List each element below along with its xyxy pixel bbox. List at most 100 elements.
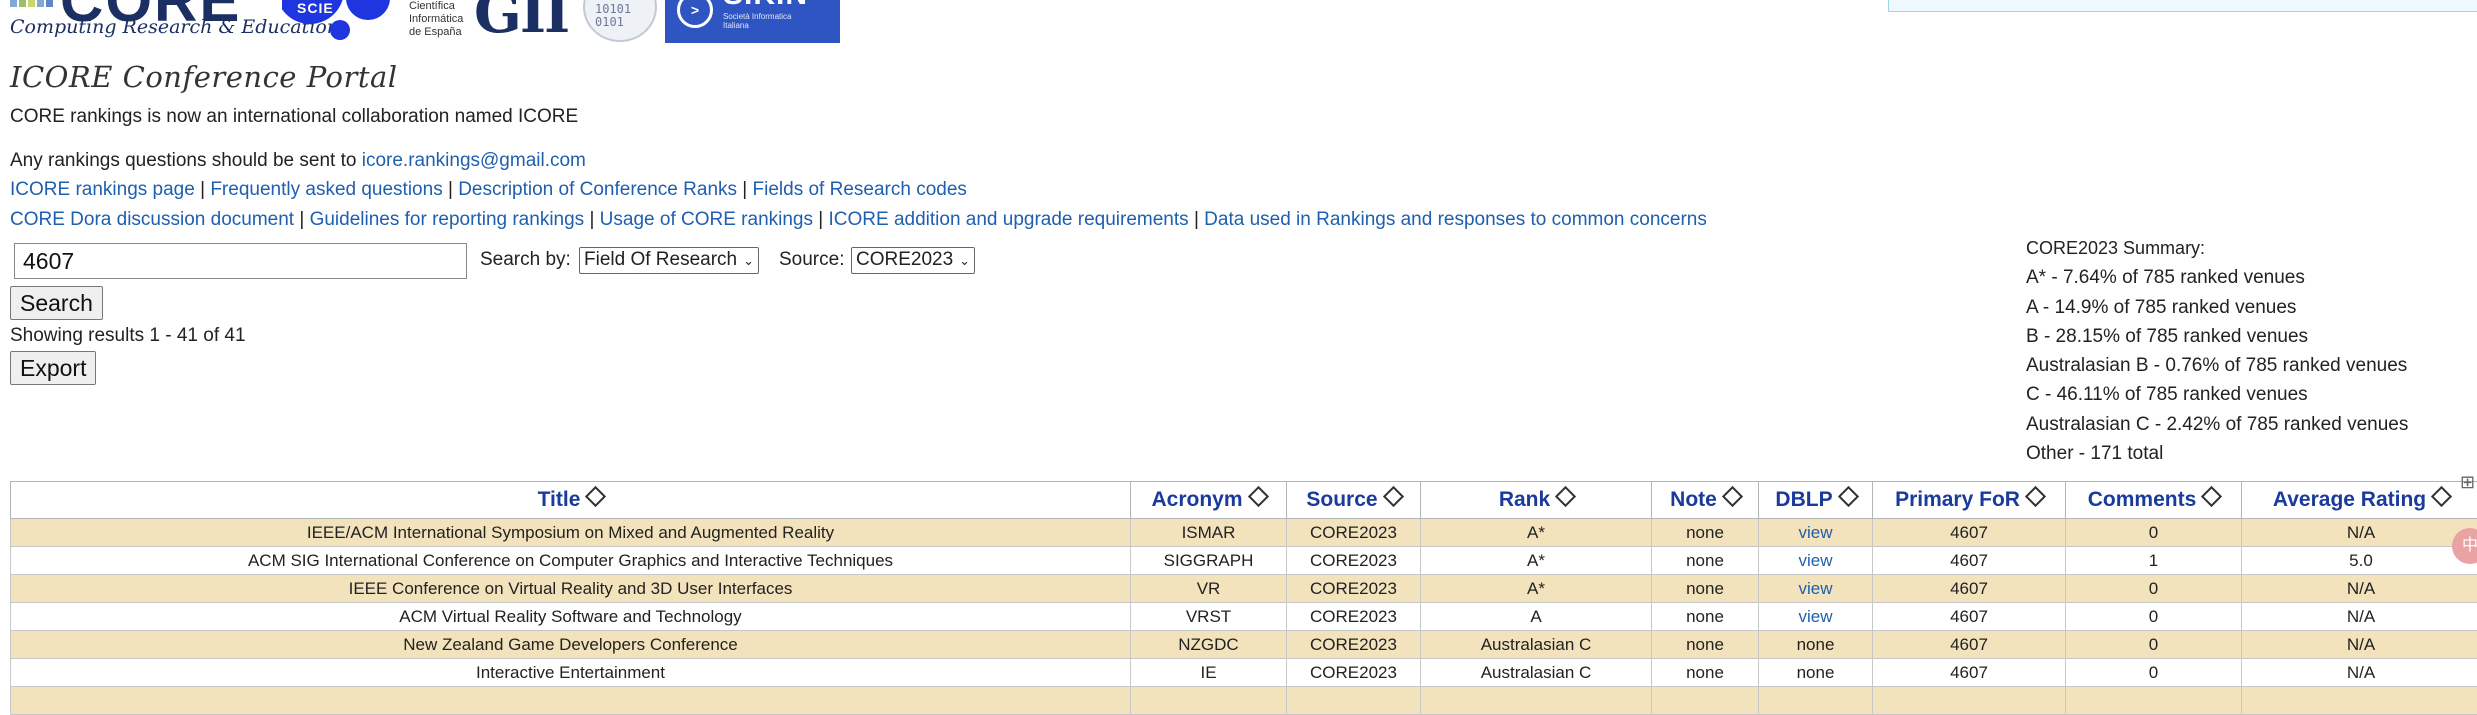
cell-primary-for: 4607 [1873,519,2066,547]
summary-title: CORE2023 Summary: [2026,234,2408,263]
cell-dblp: none [1759,659,1873,687]
cell-source: CORE2023 [1287,631,1421,659]
cell-acronym [1131,687,1287,715]
cell-acronym: VR [1131,575,1287,603]
cell-acronym: SIGGRAPH [1131,547,1287,575]
cell-note: none [1652,547,1759,575]
table-row[interactable] [11,687,2477,715]
cell-source: CORE2023 [1287,547,1421,575]
link-separator: | [742,179,747,200]
column-header-title[interactable]: Title [11,482,1131,519]
link-icore-rankings[interactable]: ICORE rankings page [10,179,195,200]
email-link[interactable]: icore.rankings@gmail.com [362,150,586,171]
column-header-note[interactable]: Note [1652,482,1759,519]
questions-prefix: Any rankings questions should be sent to [10,150,362,171]
cell-source: CORE2023 [1287,659,1421,687]
cell-source: CORE2023 [1287,603,1421,631]
link-upgrade-requirements[interactable]: ICORE addition and upgrade requirements [829,209,1189,230]
column-header-average-rating[interactable]: Average Rating [2242,482,2477,519]
link-separator: | [1194,209,1199,230]
link-data-concerns[interactable]: Data used in Rankings and responses to c… [1204,209,1707,230]
sort-icon [2431,486,2452,507]
column-header-source[interactable]: Source [1287,482,1421,519]
dblp-view-link[interactable]: view [1798,551,1832,570]
summary-line: Australasian B - 0.76% of 785 ranked ven… [2026,351,2408,380]
table-row[interactable]: ACM SIG International Conference on Comp… [11,547,2477,575]
chevron-down-icon: ⌄ [959,253,970,268]
cell-comments: 0 [2066,631,2242,659]
page-title: ICORE Conference Portal [10,60,398,94]
cell-primary-for: 4607 [1873,603,2066,631]
links-row-2: CORE Dora discussion document | Guidelin… [10,209,1707,231]
search-input[interactable] [14,243,467,279]
search-by-label: Search by: [480,249,571,271]
table-row[interactable]: IEEE/ACM International Symposium on Mixe… [11,519,2477,547]
table-row[interactable]: New Zealand Game Developers ConferenceNZ… [11,631,2477,659]
table-body: IEEE/ACM International Symposium on Mixe… [11,519,2477,715]
link-separator: | [299,209,304,230]
cell-title: IEEE/ACM International Symposium on Mixe… [11,519,1131,547]
summary-line: Other - 171 total [2026,439,2408,468]
dblp-view-link[interactable]: view [1798,579,1832,598]
link-rank-descriptions[interactable]: Description of Conference Ranks [458,179,737,200]
cell-title: ACM SIG International Conference on Comp… [11,547,1131,575]
sort-icon [1382,486,1403,507]
cell-average-rating: N/A [2242,519,2477,547]
column-header-comments[interactable]: Comments [2066,482,2242,519]
cell-rank: Australasian C [1421,631,1652,659]
source-select[interactable]: CORE2023⌄ [851,247,975,274]
column-header-dblp[interactable]: DBLP [1759,482,1873,519]
table-header: Title Acronym Source Rank Note DBLP Prim… [11,482,2477,519]
sikin-logo: > SIKIN Società Informatica Italiana [665,0,840,43]
summary-line: C - 46.11% of 785 ranked venues [2026,380,2408,409]
binary-logo: 0101 10101 0101 [583,0,657,42]
cell-comments [2066,687,2242,715]
cell-title: New Zealand Game Developers Conference [11,631,1131,659]
cell-comments: 0 [2066,659,2242,687]
link-for-codes[interactable]: Fields of Research codes [753,179,967,200]
table-row[interactable]: IEEE Conference on Virtual Reality and 3… [11,575,2477,603]
links-row-1: ICORE rankings page | Frequently asked q… [10,179,967,201]
export-button[interactable]: Export [10,351,96,385]
table-row[interactable]: Interactive EntertainmentIECORE2023Austr… [11,659,2477,687]
cell-primary-for: 4607 [1873,547,2066,575]
table-row[interactable]: ACM Virtual Reality Software and Technol… [11,603,2477,631]
cell-acronym: VRST [1131,603,1287,631]
cell-comments: 1 [2066,547,2242,575]
sort-icon [1722,486,1743,507]
intro-text: CORE rankings is now an international co… [10,106,578,128]
cell-title: IEEE Conference on Virtual Reality and 3… [11,575,1131,603]
cell-title: Interactive Entertainment [11,659,1131,687]
summary-line: Australasian C - 2.42% of 785 ranked ven… [2026,410,2408,439]
sort-icon [2201,486,2222,507]
cell-note: none [1652,603,1759,631]
cell-average-rating: 5.0 [2242,547,2477,575]
search-by-select[interactable]: Field Of Research⌄ [579,247,759,274]
dblp-view-link[interactable]: view [1798,607,1832,626]
link-dora-document[interactable]: CORE Dora discussion document [10,209,294,230]
chevron-down-icon: ⌄ [743,253,754,268]
cell-average-rating: N/A [2242,603,2477,631]
grid-icon[interactable]: ⊞ [2460,472,2477,492]
column-header-acronym[interactable]: Acronym [1131,482,1287,519]
sort-icon [2025,486,2046,507]
column-header-rank[interactable]: Rank [1421,482,1652,519]
cell-comments: 0 [2066,519,2242,547]
link-usage[interactable]: Usage of CORE rankings [600,209,813,230]
cell-dblp: view [1759,519,1873,547]
cell-primary-for [1873,687,2066,715]
search-button[interactable]: Search [10,286,103,320]
link-separator: | [448,179,453,200]
dblp-view-link[interactable]: view [1798,523,1832,542]
column-header-primary-for[interactable]: Primary FoR [1873,482,2066,519]
link-reporting-guidelines[interactable]: Guidelines for reporting rankings [310,209,585,230]
cell-comments: 0 [2066,575,2242,603]
sikin-symbol-icon: > [677,0,713,28]
link-faq[interactable]: Frequently asked questions [210,179,442,200]
link-separator: | [589,209,594,230]
link-separator: | [818,209,823,230]
gii-logo: GII [474,0,568,46]
cell-source: CORE2023 [1287,519,1421,547]
core-logo-bars [10,0,55,12]
cell-rank: A* [1421,575,1652,603]
